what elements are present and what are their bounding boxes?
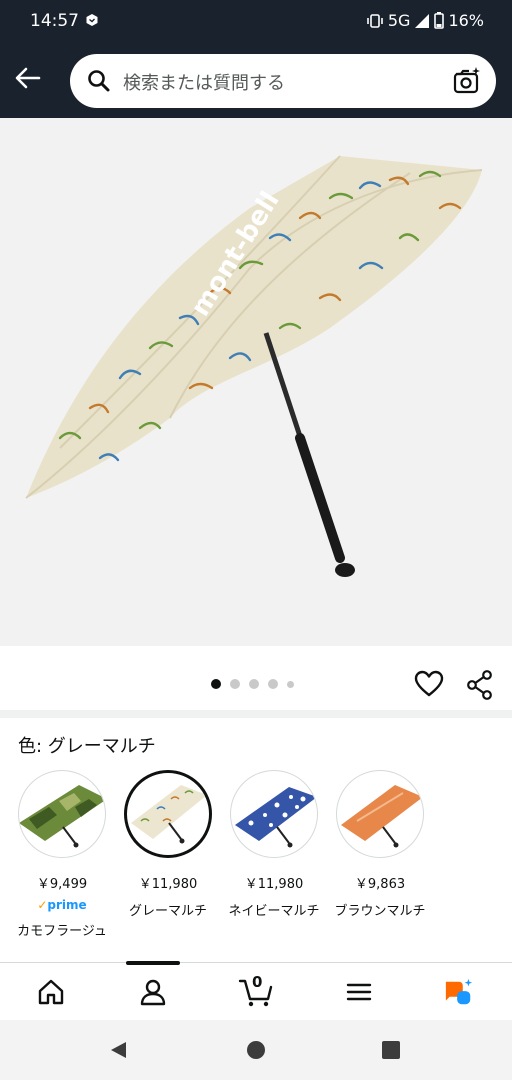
recents-square-icon[interactable] [382,1041,400,1059]
swatch-price: ￥11,980 [244,877,304,892]
swatch-name: カモフラージュ [17,924,107,939]
prime-badge: ✓prime [37,898,87,912]
battery-level: 16% [448,11,484,30]
cart-count: 0 [252,973,263,991]
active-tab-indicator [126,961,180,965]
prime-check-icon: ✓ [37,898,48,912]
image-pagination[interactable] [211,679,294,689]
heart-icon[interactable] [414,670,444,698]
network-type: 5G [387,11,411,30]
status-time: 14:57 [30,11,79,31]
vibrate-icon [367,13,383,28]
signal-icon [415,13,430,28]
swatch-price: ￥11,980 [138,877,198,892]
home-icon[interactable] [36,977,66,1007]
status-bar: 14:57 5G 16% [0,0,512,42]
swatch-price: ￥9,499 [36,877,88,892]
swatch-price: ￥9,863 [354,877,406,892]
search-placeholder: 検索または質問する [123,73,285,94]
arrow-left-icon [15,67,41,89]
ai-assistant-icon[interactable] [444,977,474,1007]
image-indicator-row [0,646,512,710]
color-swatch-navy-multi[interactable]: ￥11,980 ネイビーマルチ [221,770,327,919]
home-circle-icon[interactable] [246,1040,266,1060]
cart-button[interactable]: 0 [238,973,274,1007]
search-icon [88,70,110,92]
swatch-name: ネイビーマルチ [228,904,320,919]
umbrella-photo: mont-bell [25,155,483,577]
product-image[interactable]: mont-bell [0,118,512,646]
swatch-image [336,770,424,858]
color-swatch-camouflage[interactable]: ￥9,499 ✓prime カモフラージュ [9,770,115,939]
pagination-dot[interactable] [211,679,221,689]
pagination-dot[interactable] [230,679,240,689]
menu-icon[interactable] [344,977,374,1007]
section-divider [0,710,512,718]
swatch-name: ブラウンマルチ [334,904,426,919]
swatch-image [230,770,318,858]
search-input[interactable]: 検索または質問する [70,54,496,108]
back-triangle-icon[interactable] [108,1040,128,1060]
color-swatches: ￥9,499 ✓prime カモフラージュ ￥11,980 グレーマルチ ￥11… [0,770,512,950]
battery-icon [434,12,445,29]
pagination-dot[interactable] [249,679,259,689]
swatch-image [124,770,212,858]
share-icon[interactable] [466,670,494,700]
app-header: 検索または質問する [0,42,512,118]
pagination-dot[interactable] [268,679,278,689]
color-swatch-gray-multi[interactable]: ￥11,980 グレーマルチ [115,770,221,919]
account-icon[interactable] [138,977,168,1007]
pagination-dot[interactable] [287,680,294,688]
color-swatch-brown-multi[interactable]: ￥9,863 ブラウンマルチ [327,770,433,919]
back-button[interactable] [10,60,46,96]
swatch-name: グレーマルチ [128,904,207,919]
color-selection-label: 色: グレーマルチ [18,736,156,757]
bottom-navigation: 0 [0,961,512,1020]
swatch-image [18,770,106,858]
system-navigation-bar [0,1020,512,1080]
camera-search-icon[interactable] [452,66,482,96]
notification-icon [86,14,98,26]
